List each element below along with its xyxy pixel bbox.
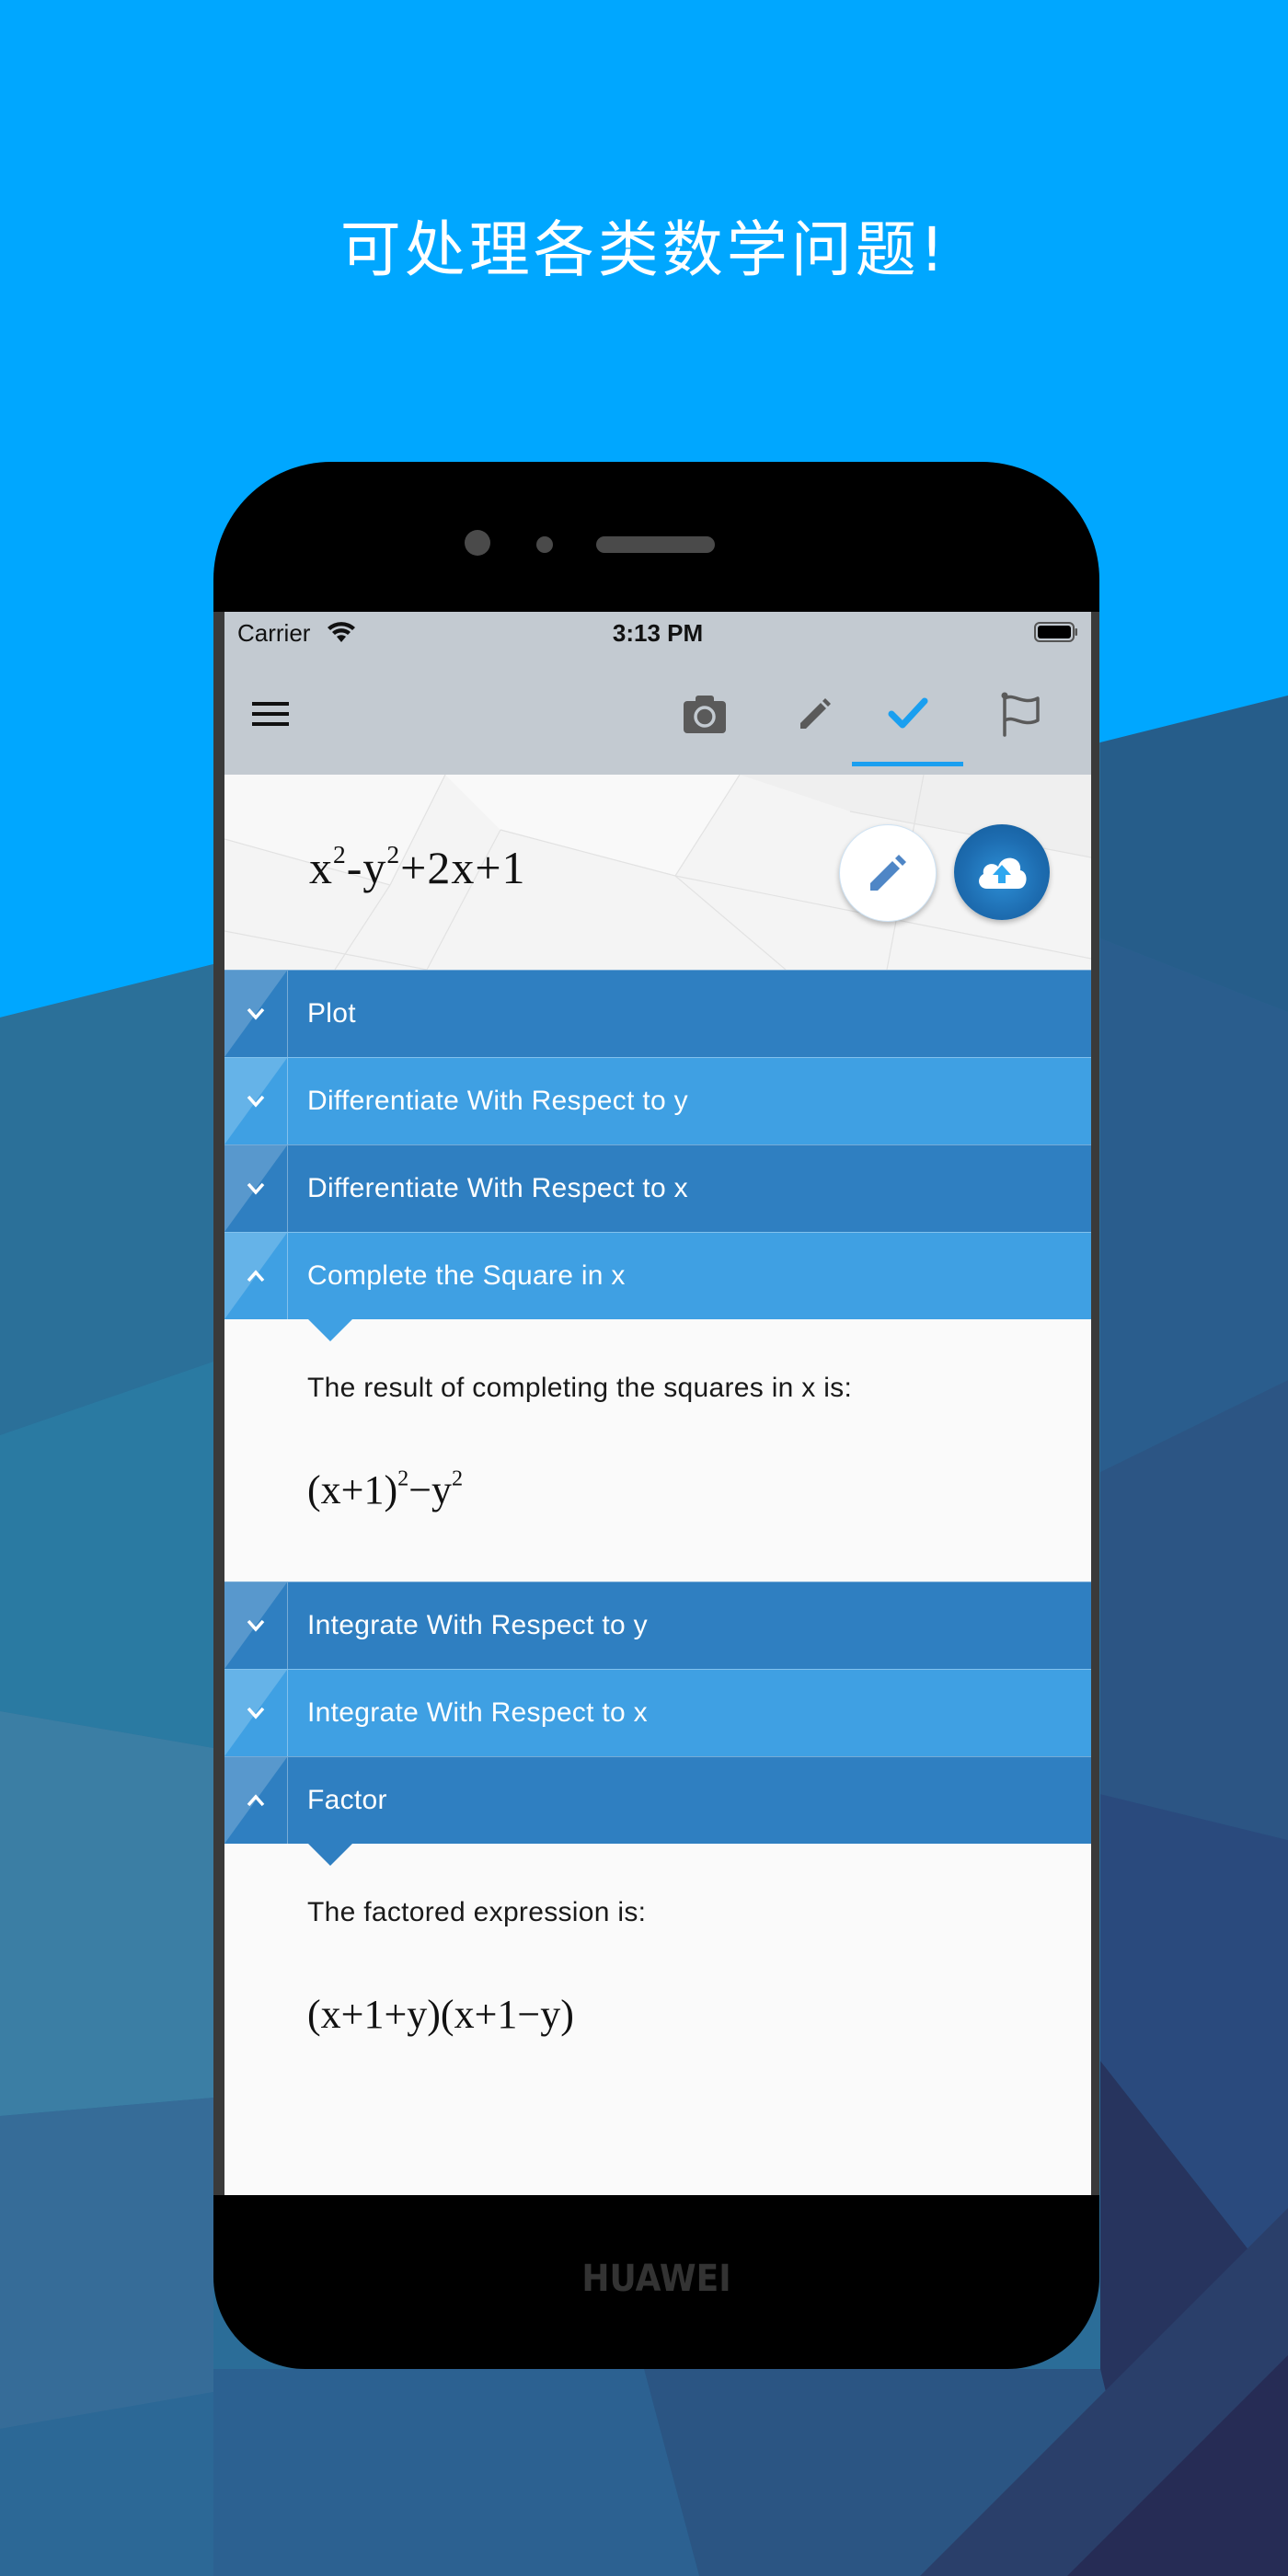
accordion-body-complete-square: The result of completing the squares in … bbox=[224, 1319, 1091, 1581]
tab-report[interactable] bbox=[973, 653, 1069, 775]
active-tab-indicator bbox=[852, 762, 963, 766]
chevron-down-icon bbox=[247, 1619, 265, 1632]
chevron-down-icon bbox=[247, 1007, 265, 1020]
accordion-label: Integrate With Respect to x bbox=[307, 1697, 648, 1728]
flag-icon bbox=[1001, 692, 1040, 737]
menu-button[interactable] bbox=[243, 653, 298, 775]
front-camera bbox=[465, 530, 490, 556]
result-expression: (x+1)2−y2 bbox=[307, 1466, 464, 1512]
accordion-item-differentiate-x[interactable]: Differentiate With Respect to x bbox=[224, 1144, 1091, 1232]
accordion-item-plot[interactable]: Plot bbox=[224, 970, 1091, 1057]
accordion-item-integrate-x[interactable]: Integrate With Respect to x bbox=[224, 1669, 1091, 1756]
earpiece-speaker bbox=[596, 536, 715, 553]
battery-full-icon bbox=[1034, 622, 1077, 642]
tab-solve[interactable] bbox=[852, 653, 963, 775]
chevron-up-icon bbox=[247, 1270, 265, 1282]
chevron-up-icon bbox=[247, 1794, 265, 1807]
accordion-label: Integrate With Respect to y bbox=[307, 1610, 648, 1640]
promo-headline: 可处理各类数学问题! bbox=[339, 214, 949, 285]
camera-icon bbox=[684, 696, 726, 733]
result-description: The result of completing the squares in … bbox=[307, 1373, 853, 1403]
accordion-body-factor: The factored expression is: (x+1+y)(x+1−… bbox=[224, 1844, 1091, 2195]
checkmark-icon bbox=[888, 697, 927, 729]
result-description: The factored expression is: bbox=[307, 1897, 647, 1927]
result-expression: (x+1+y)(x+1−y) bbox=[307, 1992, 574, 2037]
accordion-item-integrate-y[interactable]: Integrate With Respect to y bbox=[224, 1581, 1091, 1669]
expression-panel: x2-y2+2x+1 bbox=[224, 775, 1091, 970]
chevron-down-icon bbox=[247, 1095, 265, 1108]
accordion-item-factor[interactable]: Factor bbox=[224, 1756, 1091, 1844]
app-screen: Carrier 3:13 PM x2-y2+2x+1 Plot Differen… bbox=[224, 612, 1091, 2195]
accordion-label: Differentiate With Respect to y bbox=[307, 1086, 688, 1116]
status-time: 3:13 PM bbox=[612, 619, 704, 647]
accordion-item-complete-square[interactable]: Complete the Square in x bbox=[224, 1232, 1091, 1319]
hamburger-menu-icon bbox=[252, 702, 289, 726]
upload-button[interactable] bbox=[954, 824, 1050, 920]
accordion-label: Plot bbox=[307, 998, 356, 1029]
accordion-label: Factor bbox=[307, 1785, 387, 1815]
pointer-arrow bbox=[308, 1844, 352, 1866]
accordion-label: Differentiate With Respect to x bbox=[307, 1173, 688, 1203]
toolbar bbox=[224, 653, 1091, 775]
pointer-arrow bbox=[308, 1319, 352, 1341]
phone-frame: Carrier 3:13 PM x2-y2+2x+1 Plot Differen… bbox=[213, 462, 1099, 2369]
chevron-down-icon bbox=[247, 1182, 265, 1195]
pencil-icon bbox=[870, 855, 906, 891]
accordion-item-differentiate-y[interactable]: Differentiate With Respect to y bbox=[224, 1057, 1091, 1144]
proximity-sensor bbox=[536, 536, 553, 553]
accordion-label: Complete the Square in x bbox=[307, 1260, 626, 1291]
tab-camera[interactable] bbox=[657, 653, 753, 775]
device-brand-logo: HUAWEI bbox=[581, 2258, 731, 2300]
solution-accordion: Plot Differentiate With Respect to y Dif… bbox=[224, 970, 1091, 2195]
edit-expression-button[interactable] bbox=[839, 824, 937, 922]
chevron-down-icon bbox=[247, 1707, 265, 1719]
input-expression[interactable]: x2-y2+2x+1 bbox=[309, 841, 526, 894]
cloud-upload-icon bbox=[979, 857, 1027, 889]
tab-edit[interactable] bbox=[767, 653, 863, 775]
screen-bezel: Carrier 3:13 PM x2-y2+2x+1 Plot Differen… bbox=[213, 612, 1099, 2195]
pencil-icon bbox=[800, 698, 831, 729]
status-bar: Carrier 3:13 PM bbox=[224, 612, 1091, 653]
